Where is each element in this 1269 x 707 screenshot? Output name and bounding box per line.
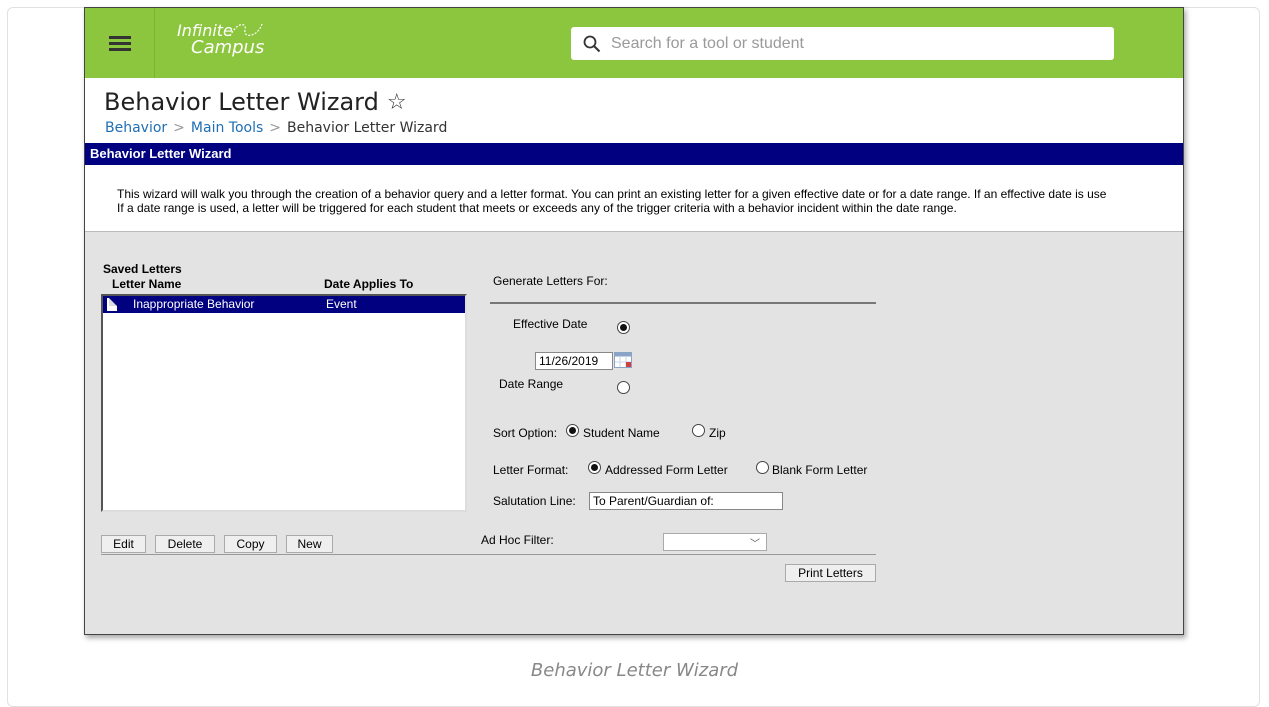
edit-button[interactable]: Edit (101, 535, 146, 553)
intro-line-1: This wizard will walk you through the cr… (117, 187, 1107, 201)
logo-swoosh-icon (229, 23, 263, 37)
generate-letters-title: Generate Letters For: (493, 274, 608, 288)
addressed-form-letter-label: Addressed Form Letter (605, 463, 728, 477)
letter-date-applies-to: Event (326, 297, 357, 311)
date-range-label: Date Range (499, 377, 564, 391)
new-button[interactable]: New (286, 535, 333, 553)
saved-letters-list[interactable]: Inappropriate Behavior Event (101, 294, 467, 512)
breadcrumb-separator-icon: > (269, 120, 281, 136)
wizard-panel: Saved Letters Letter Name Date Applies T… (85, 231, 1183, 634)
column-header-date-applies-to: Date Applies To (324, 277, 414, 291)
letter-name: Inappropriate Behavior (133, 297, 255, 311)
chevron-down-icon: ﹀ (750, 539, 760, 550)
breadcrumb-current: Behavior Letter Wizard (287, 120, 448, 136)
breadcrumb-behavior[interactable]: Behavior (105, 120, 167, 136)
top-bar: Infinite Campus (85, 8, 1183, 78)
search-box[interactable] (571, 27, 1114, 60)
list-item[interactable]: Inappropriate Behavior Event (103, 296, 465, 313)
star-icon[interactable]: ☆ (387, 90, 407, 115)
date-range-radio[interactable] (617, 381, 630, 394)
breadcrumb-main-tools[interactable]: Main Tools (191, 120, 263, 136)
menu-button[interactable] (85, 8, 155, 78)
calendar-icon[interactable] (614, 352, 632, 368)
column-header-letter-name: Letter Name (112, 277, 182, 291)
document-icon (107, 298, 117, 311)
effective-date-label: Effective Date (513, 317, 588, 331)
sort-student-name-label: Student Name (583, 426, 660, 440)
breadcrumb-separator-icon: > (173, 120, 185, 136)
intro-line-2: If a date range is used, a letter will b… (117, 201, 957, 215)
sort-zip-radio[interactable] (692, 424, 705, 437)
addressed-form-letter-radio[interactable] (588, 461, 601, 474)
page-title-row: Behavior Letter Wizard ☆ (104, 88, 407, 116)
effective-date-radio[interactable] (617, 321, 630, 334)
delete-button[interactable]: Delete (155, 535, 215, 553)
sort-option-label: Sort Option: (493, 426, 558, 440)
blank-form-letter-radio[interactable] (756, 461, 769, 474)
menu-icon (108, 33, 131, 54)
letter-format-label: Letter Format: (493, 463, 569, 477)
figure-caption: Behavior Letter Wizard (530, 660, 739, 681)
salutation-line-field[interactable]: To Parent/Guardian of: (589, 492, 783, 510)
divider (101, 554, 876, 555)
search-icon (583, 35, 601, 52)
salutation-line-label: Salutation Line: (493, 494, 576, 508)
ad-hoc-filter-select[interactable]: ﹀ (663, 533, 767, 551)
copy-button[interactable]: Copy (224, 535, 277, 553)
search-input[interactable] (609, 33, 1093, 54)
sort-student-name-radio[interactable] (566, 424, 579, 437)
saved-letters-title: Saved Letters (103, 262, 182, 276)
sort-zip-label: Zip (709, 426, 726, 440)
divider (490, 302, 876, 304)
print-letters-button[interactable]: Print Letters (785, 564, 876, 582)
page-title: Behavior Letter Wizard (104, 88, 379, 116)
ad-hoc-filter-label: Ad Hoc Filter: (481, 533, 554, 547)
breadcrumb: Behavior > Main Tools > Behavior Letter Wiza… (105, 120, 447, 136)
wizard-intro: This wizard will walk you through the cr… (117, 187, 1106, 215)
wizard-header: Behavior Letter Wizard (85, 143, 1183, 165)
blank-form-letter-label: Blank Form Letter (772, 463, 868, 477)
effective-date-field[interactable]: 11/26/2019 (535, 352, 613, 370)
app-logo[interactable]: Infinite Campus (177, 22, 264, 57)
app-window: Infinite Campus Behavior Letter Wizard ☆… (84, 7, 1184, 635)
